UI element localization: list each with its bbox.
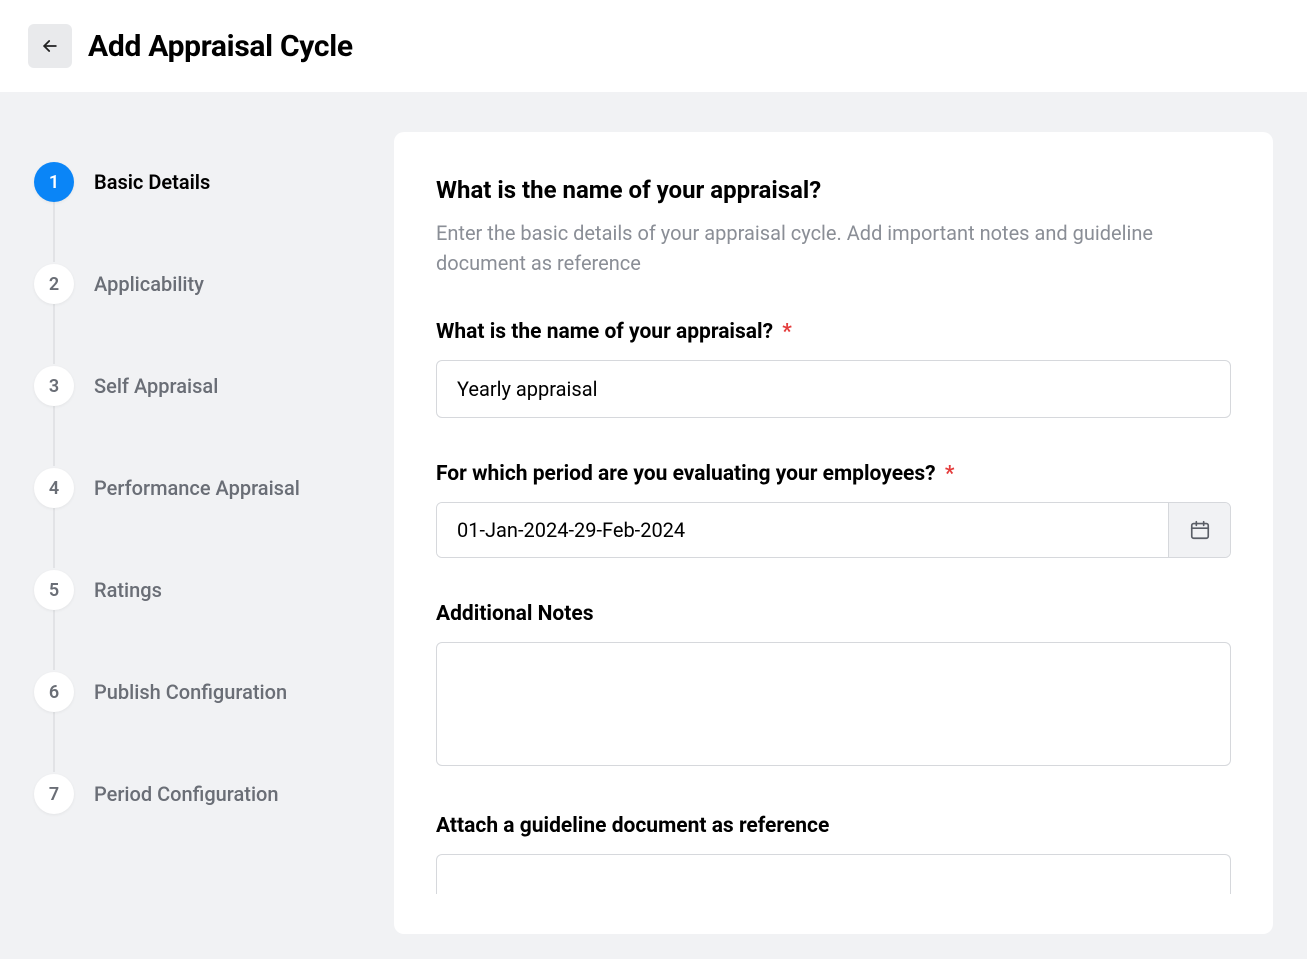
form-panel: What is the name of your appraisal? Ente…: [394, 132, 1273, 934]
step-number: 6: [34, 672, 74, 712]
step-label: Basic Details: [94, 170, 210, 194]
sidebar: 1 Basic Details 2 Applicability 3 Self A…: [34, 132, 364, 814]
step-label: Publish Configuration: [94, 680, 287, 704]
header: Add Appraisal Cycle: [0, 0, 1307, 92]
step-applicability[interactable]: 2 Applicability: [34, 264, 364, 304]
calendar-icon: [1189, 519, 1211, 541]
step-label: Performance Appraisal: [94, 476, 300, 500]
step-number: 3: [34, 366, 74, 406]
step-label: Ratings: [94, 578, 162, 602]
date-input-wrap: [436, 502, 1231, 558]
attach-guideline-input[interactable]: [436, 854, 1231, 894]
step-connector: [53, 202, 55, 262]
step-performance-appraisal[interactable]: 4 Performance Appraisal: [34, 468, 364, 508]
step-connector: [53, 406, 55, 466]
section-title: What is the name of your appraisal?: [436, 176, 1231, 204]
step-number: 2: [34, 264, 74, 304]
step-period-configuration[interactable]: 7 Period Configuration: [34, 774, 364, 814]
field-additional-notes: Additional Notes: [436, 602, 1231, 770]
additional-notes-input[interactable]: [436, 642, 1231, 766]
step-publish-configuration[interactable]: 6 Publish Configuration: [34, 672, 364, 712]
field-label: What is the name of your appraisal? *: [436, 320, 1231, 344]
step-connector: [53, 712, 55, 772]
field-appraisal-name: What is the name of your appraisal? *: [436, 320, 1231, 418]
step-list: 1 Basic Details 2 Applicability 3 Self A…: [34, 162, 364, 814]
step-label: Applicability: [94, 272, 204, 296]
field-attach-guideline: Attach a guideline document as reference: [436, 814, 1231, 894]
field-label-text: For which period are you evaluating your…: [436, 462, 936, 486]
field-label-text: What is the name of your appraisal?: [436, 320, 773, 344]
calendar-picker-button[interactable]: [1168, 503, 1230, 557]
section-description: Enter the basic details of your appraisa…: [436, 218, 1156, 278]
field-evaluation-period: For which period are you evaluating your…: [436, 462, 1231, 558]
evaluation-period-input[interactable]: [437, 503, 1168, 557]
field-label: Additional Notes: [436, 602, 1231, 626]
step-basic-details[interactable]: 1 Basic Details: [34, 162, 364, 202]
step-number: 7: [34, 774, 74, 814]
page-title: Add Appraisal Cycle: [88, 29, 353, 64]
back-button[interactable]: [28, 24, 72, 68]
step-number: 5: [34, 570, 74, 610]
step-number: 1: [34, 162, 74, 202]
field-label: For which period are you evaluating your…: [436, 462, 1231, 486]
step-self-appraisal[interactable]: 3 Self Appraisal: [34, 366, 364, 406]
step-number: 4: [34, 468, 74, 508]
content: 1 Basic Details 2 Applicability 3 Self A…: [0, 92, 1307, 934]
step-label: Self Appraisal: [94, 374, 218, 398]
required-asterisk: *: [945, 462, 955, 486]
arrow-left-icon: [40, 36, 60, 56]
step-label: Period Configuration: [94, 782, 279, 806]
required-asterisk: *: [782, 320, 792, 344]
step-ratings[interactable]: 5 Ratings: [34, 570, 364, 610]
appraisal-name-input[interactable]: [436, 360, 1231, 418]
step-connector: [53, 508, 55, 568]
step-connector: [53, 304, 55, 364]
step-connector: [53, 610, 55, 670]
field-label: Attach a guideline document as reference: [436, 814, 1231, 838]
